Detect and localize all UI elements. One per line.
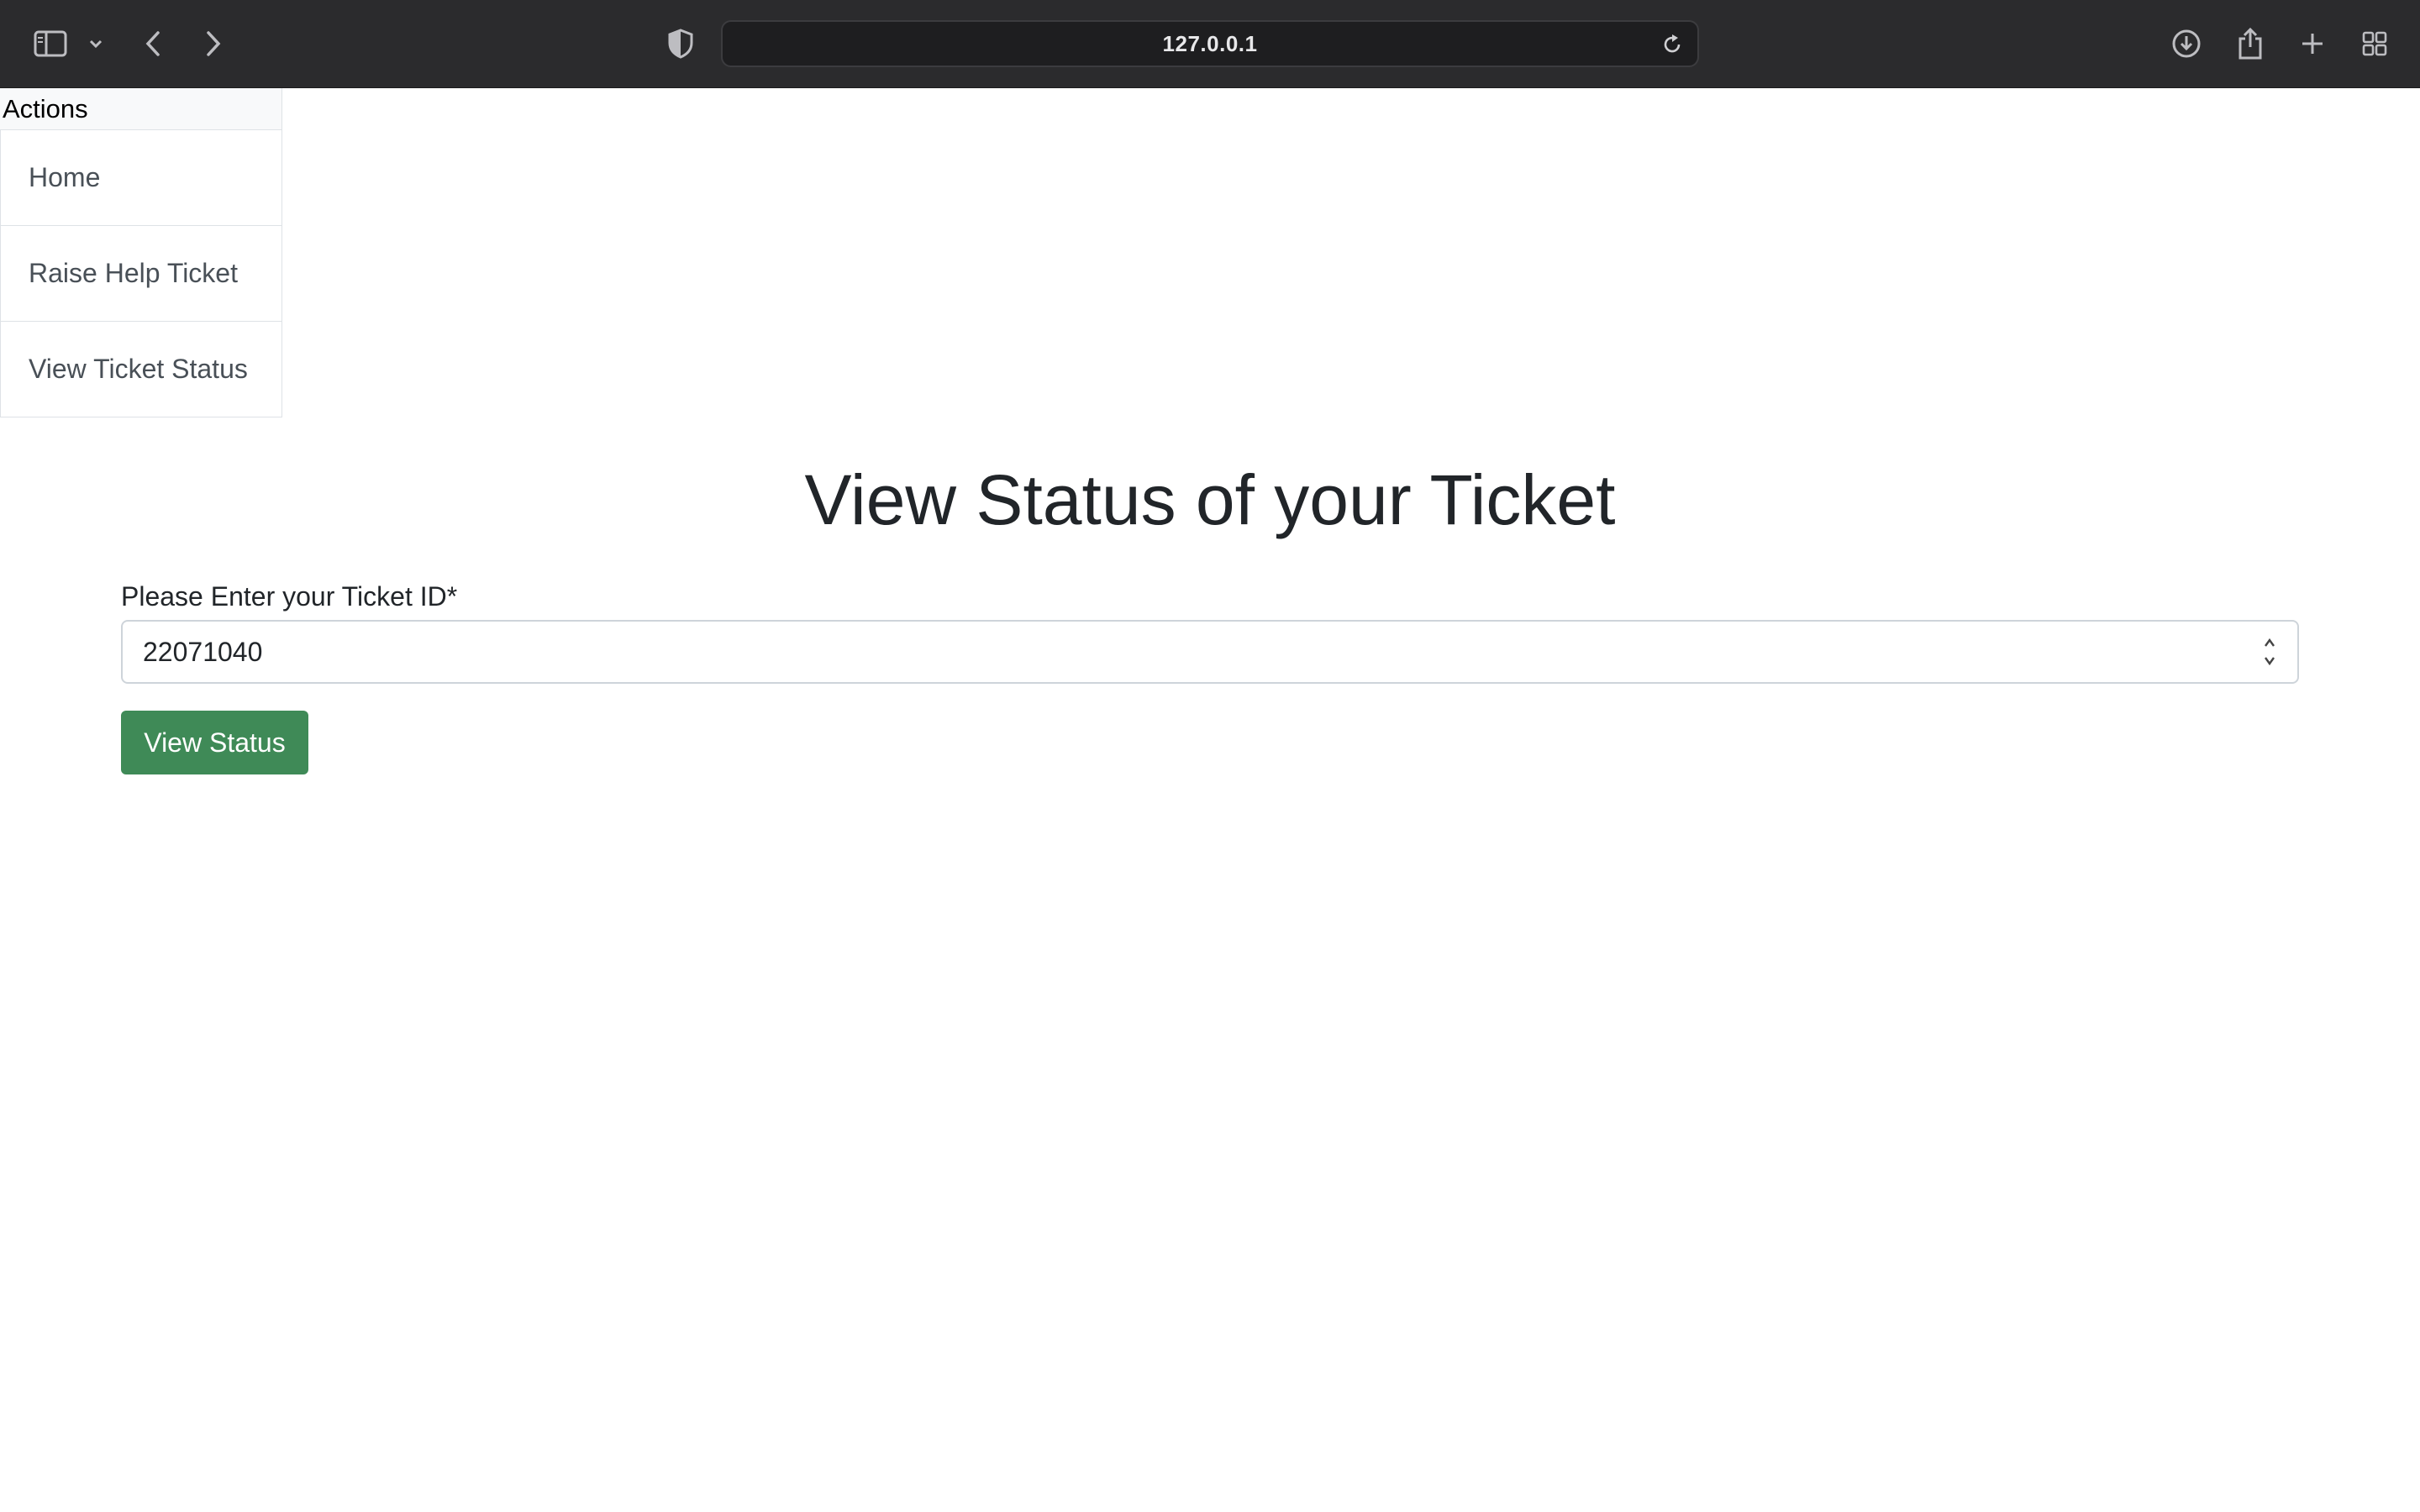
page-title: View Status of your Ticket: [804, 460, 1616, 539]
url-text: 127.0.0.1: [1162, 30, 1258, 56]
shield-icon[interactable]: [662, 25, 699, 62]
ticket-id-field: [121, 620, 2299, 684]
sidebar-item-label: View Ticket Status: [29, 354, 248, 384]
number-stepper[interactable]: [2260, 637, 2279, 667]
sidebar-actions: Actions Home Raise Help Ticket View Tick…: [0, 88, 282, 417]
forward-arrow-icon[interactable]: [195, 25, 232, 62]
sidebar-item-label: Raise Help Ticket: [29, 258, 238, 288]
chevron-down-icon[interactable]: [79, 25, 113, 62]
back-arrow-icon[interactable]: [134, 25, 171, 62]
browser-toolbar: 127.0.0.1: [0, 0, 2420, 88]
sidebar-item-label: Home: [29, 162, 101, 192]
download-icon[interactable]: [2168, 25, 2205, 62]
sidebar-header: Actions: [0, 88, 282, 130]
stepper-down-icon: [2265, 657, 2275, 666]
sidebar-item-view-ticket-status[interactable]: View Ticket Status: [0, 322, 282, 417]
sidebar-item-raise-help-ticket[interactable]: Raise Help Ticket: [0, 226, 282, 322]
share-icon[interactable]: [2232, 25, 2269, 62]
stepper-up-icon: [2265, 638, 2275, 647]
address-bar[interactable]: 127.0.0.1: [721, 20, 1699, 67]
reload-icon[interactable]: [1655, 28, 1689, 61]
tab-grid-icon[interactable]: [2356, 25, 2393, 62]
ticket-id-input[interactable]: [143, 622, 2227, 682]
view-status-button[interactable]: View Status: [121, 711, 308, 774]
sidebar-toggle-icon[interactable]: [32, 25, 69, 62]
sidebar-item-home[interactable]: Home: [0, 130, 282, 226]
ticket-id-label: Please Enter your Ticket ID*: [121, 581, 458, 612]
plus-icon[interactable]: [2294, 25, 2331, 62]
